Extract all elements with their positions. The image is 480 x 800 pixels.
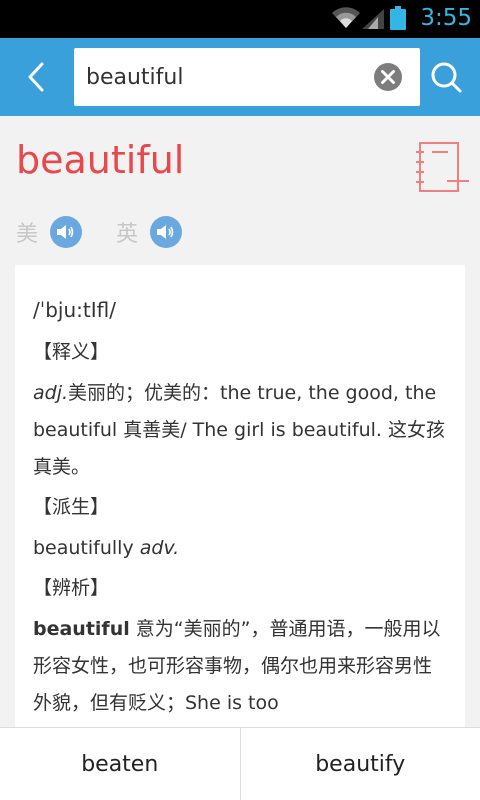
speaker-icon: [157, 225, 174, 239]
derivative-paragraph: beautifully adv.: [33, 530, 447, 567]
search-button[interactable]: [428, 60, 464, 96]
pronunciation-row: 美 英: [16, 212, 183, 252]
definition-paragraph: adj.美丽的；优美的：the true, the good, the beau…: [33, 375, 447, 486]
search-icon: [431, 62, 462, 93]
status-time: 3:55: [420, 5, 472, 31]
derivative-pos: adv.: [139, 537, 180, 559]
section-definition-heading: 【释义】: [33, 341, 110, 363]
close-circle-icon: [374, 63, 402, 91]
analysis-word: beautiful: [33, 618, 130, 640]
search-input[interactable]: [86, 48, 366, 106]
clear-search-button[interactable]: [374, 63, 402, 91]
definition-text: 美丽的；优美的：the true, the good, the beautifu…: [33, 382, 445, 478]
search-header: [0, 38, 480, 116]
chevron-left-icon: [28, 62, 44, 92]
word-title: beautiful: [16, 138, 185, 182]
section-derivative-heading: 【派生】: [33, 496, 110, 518]
battery-icon: [390, 6, 406, 30]
word-navigation-bar: beaten beautify: [0, 727, 480, 800]
analysis-paragraph: beautiful 意为“美丽的”，普通用语，一般用以形容女性，也可形容事物，偶…: [33, 611, 447, 722]
definition-card: /ˈbju:tIfl/ 【释义】 adj.美丽的；优美的：the true, t…: [15, 265, 465, 727]
pron-uk-speaker-button[interactable]: [150, 216, 183, 248]
pron-us-label: 美: [16, 222, 39, 247]
search-box: [74, 48, 420, 106]
pron-uk-label: 英: [116, 222, 139, 247]
add-to-notebook-button[interactable]: [414, 140, 470, 196]
previous-word-button[interactable]: beaten: [0, 728, 240, 800]
next-word-button[interactable]: beautify: [241, 728, 480, 800]
speaker-icon: [57, 225, 74, 239]
part-of-speech: adj.: [33, 382, 69, 404]
pron-us-speaker-button[interactable]: [50, 216, 83, 248]
section-analysis-heading: 【辨析】: [33, 577, 110, 599]
back-button[interactable]: [18, 58, 54, 96]
wifi-icon: [332, 7, 360, 28]
signal-icon: [362, 9, 384, 29]
phonetic-text: /ˈbju:tIfl/: [33, 298, 116, 322]
status-bar: 3:55: [0, 0, 480, 38]
derivative-word: beautifully: [33, 537, 134, 559]
add-to-notebook-icon: [416, 142, 469, 192]
